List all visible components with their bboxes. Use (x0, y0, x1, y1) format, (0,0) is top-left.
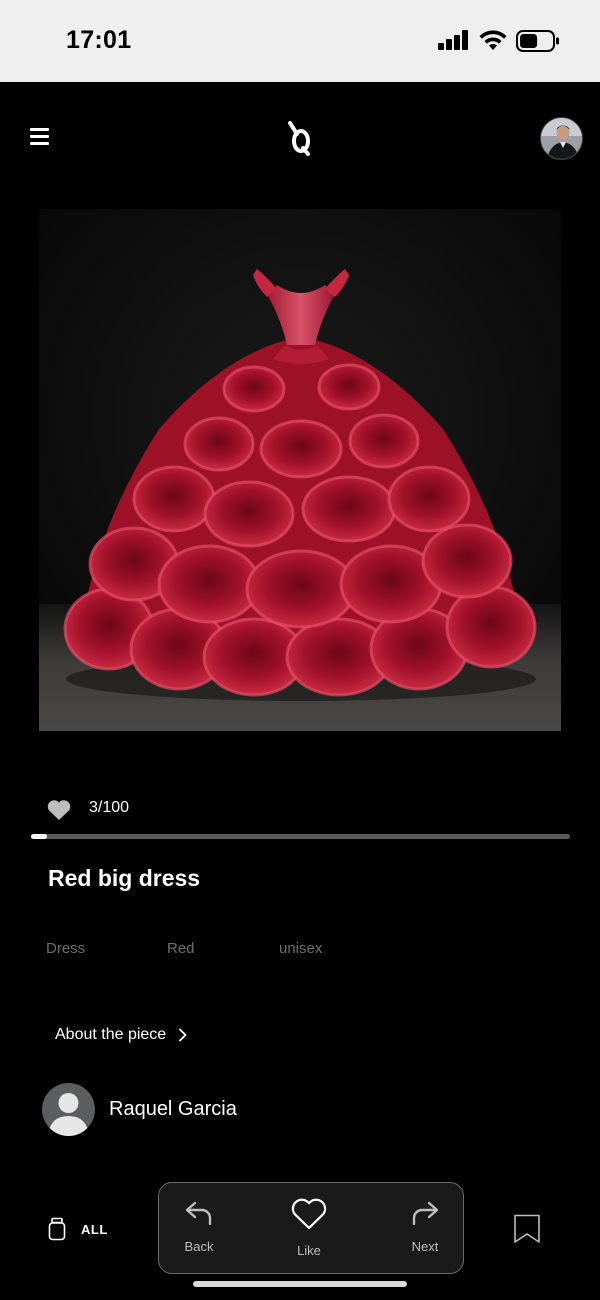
app-header (0, 82, 600, 192)
author-avatar[interactable] (42, 1082, 95, 1136)
cellular-signal-icon (438, 30, 470, 50)
back-button[interactable]: Back (159, 1183, 239, 1273)
default-person-icon (48, 1092, 89, 1136)
redo-arrow-icon (412, 1201, 439, 1226)
jar-icon (48, 1217, 66, 1241)
artwork-image[interactable] (39, 209, 561, 731)
status-bar: 17:01 (0, 0, 600, 82)
next-label: Next (411, 1239, 439, 1254)
battery-icon (516, 30, 559, 52)
app-logo-icon[interactable] (286, 120, 314, 156)
piece-title: Red big dress (48, 865, 201, 891)
all-label: ALL (81, 1221, 108, 1237)
about-the-piece-link[interactable]: About the piece (55, 1024, 188, 1046)
author-name: Raquel Garcia (109, 1097, 237, 1120)
hamburger-menu-icon[interactable] (30, 128, 50, 146)
like-progress-bar (31, 834, 570, 839)
back-label: Back (184, 1239, 214, 1254)
heart-outline-icon (291, 1198, 327, 1230)
action-panel: Back Like Next (158, 1182, 464, 1274)
like-label: Like (297, 1243, 321, 1258)
author-row[interactable]: Raquel Garcia (42, 1082, 237, 1136)
status-time: 17:01 (66, 26, 132, 54)
undo-arrow-icon (185, 1201, 212, 1226)
like-progress-fill (31, 834, 47, 839)
tag-red[interactable]: Red (167, 940, 195, 957)
tag-unisex[interactable]: unisex (279, 940, 322, 957)
home-indicator[interactable] (193, 1281, 407, 1287)
all-button[interactable]: ALL (48, 1216, 108, 1242)
like-button[interactable]: Like (269, 1183, 349, 1273)
heart-icon[interactable] (46, 798, 72, 822)
wifi-icon (479, 30, 507, 50)
user-avatar[interactable] (540, 117, 583, 160)
chevron-right-icon (179, 1028, 187, 1042)
tag-dress[interactable]: Dress (46, 940, 85, 957)
about-the-piece-label: About the piece (55, 1026, 167, 1043)
next-button[interactable]: Next (385, 1183, 465, 1273)
bookmark-icon[interactable] (513, 1214, 541, 1244)
like-count: 3/100 (89, 799, 130, 816)
